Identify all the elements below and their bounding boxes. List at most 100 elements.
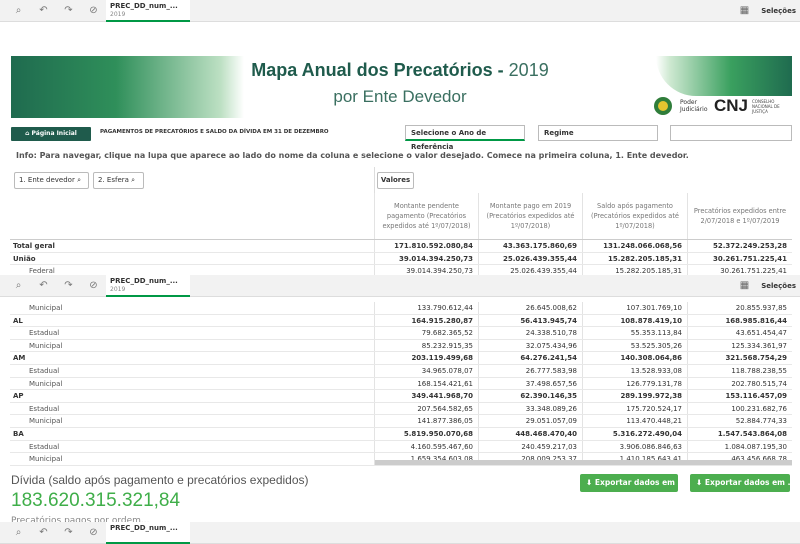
- table-row[interactable]: Estadual 79.682.365,52 24.338.510,78 55.353…: [10, 327, 792, 340]
- table-cell: 108.878.419,10: [582, 314, 687, 327]
- table-cell: 175.720.524,17: [582, 402, 687, 415]
- cnj-logo: CNJ: [714, 96, 749, 115]
- table-cell: 448.468.470,40: [478, 427, 582, 440]
- row-label: Municipal: [29, 379, 63, 388]
- step-forward-icon[interactable]: ↷: [56, 5, 81, 16]
- valores-button[interactable]: Valores: [377, 172, 414, 189]
- table-cell: 37.498.657,56: [478, 377, 582, 390]
- table-cell: 33.348.089,26: [478, 402, 582, 415]
- table-cell: 26.777.583,98: [478, 364, 582, 377]
- sheet-tab[interactable]: PREC_DD_num_... 2019: [106, 0, 190, 22]
- table-cell: 107.301.769,10: [582, 302, 687, 314]
- table-cell: 131.248.066.068,56: [582, 240, 687, 252]
- table-row[interactable]: Estadual 4.160.595.467,60 240.459.217,03 3.…: [10, 440, 792, 454]
- home-button[interactable]: ⌂ Página Inicial: [11, 127, 91, 141]
- table-row[interactable]: Municipal 133.790.612,44 26.645.008,62 107.…: [10, 302, 792, 315]
- top-toolbar-repeat-2: ⌕ ↶ ↷ ⊘ PREC_DD_num_...: [0, 521, 800, 544]
- table-cell: 240.459.217,03: [478, 440, 582, 453]
- grid-icon[interactable]: ▦: [740, 5, 749, 16]
- export-xls-button[interactable]: ⬇ Exportar dados em .xls: [580, 474, 678, 492]
- table-row[interactable]: AM 203.119.499,68 64.276.241,54 140.308.064…: [10, 352, 792, 365]
- home-button-label: Página Inicial: [31, 130, 77, 137]
- page-title-main: Mapa Anual dos Precatórios -: [251, 60, 504, 80]
- search-icon[interactable]: ⌕: [131, 176, 135, 184]
- table-cell: 56.413.945,74: [478, 314, 582, 327]
- clear-selections-icon[interactable]: ⊘: [81, 5, 106, 16]
- table-cell: 30.261.751.225,41: [687, 252, 792, 265]
- regime-filter-label: Regime: [544, 129, 574, 137]
- table-row[interactable]: AP 349.441.968,70 62.390.146,35 289.199.972…: [10, 390, 792, 403]
- table-row[interactable]: AL 164.915.280,87 56.413.945,74 108.878.419…: [10, 314, 792, 328]
- step-back-icon[interactable]: ↶: [31, 5, 56, 16]
- header-pendente[interactable]: Montante pendente pagamento (Precatórios…: [374, 193, 478, 239]
- table-row[interactable]: Estadual 34.965.078,07 26.777.583,98 13.528…: [10, 364, 792, 378]
- extra-filter[interactable]: [670, 125, 792, 141]
- table-cell: 4.160.595.467,60: [374, 440, 478, 453]
- smart-search-icon[interactable]: ⌕: [6, 5, 31, 16]
- table-cell: 133.790.612,44: [374, 302, 478, 314]
- row-label: Estadual: [29, 329, 60, 338]
- table-cell: 43.363.175.860,69: [478, 240, 582, 252]
- selections-area[interactable]: ▦ Seleções: [740, 5, 800, 16]
- table-row[interactable]: Municipal 168.154.421,61 37.498.657,56 126.…: [10, 377, 792, 391]
- table-row[interactable]: União 39.014.394.250,73 25.026.439.355,44 1…: [10, 252, 792, 266]
- year-filter[interactable]: Selecione o Ano de Referência: [405, 125, 525, 151]
- page-title-year: 2019: [508, 60, 549, 80]
- row-label: BA: [13, 429, 24, 438]
- search-icon[interactable]: ⌕: [77, 176, 81, 184]
- regime-filter[interactable]: Regime: [538, 125, 658, 141]
- table-cell: 164.915.280,87: [374, 314, 478, 327]
- header-pago[interactable]: Montante pago em 2019 (Precatórios exped…: [478, 193, 582, 239]
- smart-search-icon[interactable]: ⌕: [6, 280, 31, 291]
- clear-selections-icon[interactable]: ⊘: [81, 280, 106, 291]
- row-label: União: [13, 254, 36, 263]
- horizontal-scrollbar[interactable]: [375, 460, 792, 465]
- row-label: Total geral: [13, 242, 55, 250]
- table-row[interactable]: Estadual 207.564.582,65 33.348.089,26 175.7…: [10, 402, 792, 416]
- table-cell: 100.231.682,76: [687, 402, 792, 415]
- row-label: Municipal: [29, 304, 63, 312]
- pj-label: Poder Judiciário: [680, 99, 708, 113]
- table-bottom: Municipal 133.790.612,44 26.645.008,62 107.…: [10, 302, 792, 466]
- table-cell: 52.884.774,33: [687, 415, 792, 427]
- header-expedidos[interactable]: Precatórios expedidos entre 2/07/2018 e …: [687, 193, 792, 239]
- selections-label: Seleções: [761, 281, 796, 290]
- year-filter-label: Selecione o Ano de Referência: [411, 129, 487, 151]
- table-cell: 85.232.915,35: [374, 339, 478, 352]
- table-cell: 32.075.434,96: [478, 339, 582, 352]
- header-saldo[interactable]: Saldo após pagamento (Precatórios expedi…: [582, 193, 687, 239]
- sheet-tab-title: PREC_DD_num_...: [110, 523, 178, 532]
- row-label: AM: [13, 354, 26, 363]
- grid-icon[interactable]: ▦: [740, 280, 749, 291]
- sheet-tab-subtitle: 2019: [110, 285, 126, 293]
- table-cell: 289.199.972,38: [582, 390, 687, 402]
- table-cell: 3.906.086.846,63: [582, 440, 687, 453]
- ente-devedor-column-search[interactable]: 1. Ente devedor ⌕: [14, 172, 89, 189]
- table-row[interactable]: Total geral 171.810.592.080,84 43.363.175.…: [10, 240, 792, 253]
- table-cell: 62.390.146,35: [478, 390, 582, 402]
- step-forward-icon[interactable]: ↷: [56, 280, 81, 291]
- sheet-tab-subtitle: 2019: [110, 10, 126, 18]
- sheet-tab[interactable]: PREC_DD_num_... 2019: [106, 274, 190, 297]
- table-cell: 126.779.131,78: [582, 377, 687, 390]
- selections-area[interactable]: ▦ Seleções: [740, 280, 800, 291]
- table-cell: 1.547.543.864,08: [687, 427, 792, 440]
- ente-devedor-label: 1. Ente devedor: [19, 176, 75, 184]
- kpi-label: Dívida (saldo após pagamento e precatóri…: [11, 473, 309, 487]
- table-cell: 140.308.064,86: [582, 352, 687, 364]
- table-cell: 53.525.305,26: [582, 339, 687, 352]
- table-cell: 349.441.968,70: [374, 390, 478, 402]
- table-row[interactable]: BA 5.819.950.070,68 448.468.470,40 5.316.27…: [10, 427, 792, 441]
- table-cell: 168.154.421,61: [374, 377, 478, 390]
- table-cell: 55.353.113,84: [582, 327, 687, 339]
- table-cell: 153.116.457,09: [687, 390, 792, 402]
- table-cell: 29.051.057,09: [478, 415, 582, 427]
- table-row[interactable]: Municipal 141.877.386,05 29.051.057,09 113.…: [10, 415, 792, 428]
- table-header: Montante pendente pagamento (Precatórios…: [374, 193, 792, 239]
- step-back-icon[interactable]: ↶: [31, 280, 56, 291]
- sheet-tab-title: PREC_DD_num_...: [110, 1, 178, 10]
- esfera-column-search[interactable]: 2. Esfera ⌕: [93, 172, 144, 189]
- top-toolbar: ⌕ ↶ ↷ ⊘ PREC_DD_num_... 2019 ▦ Seleções: [0, 0, 800, 22]
- table-row[interactable]: Municipal 85.232.915,35 32.075.434,96 53.52…: [10, 339, 792, 353]
- export-csv-button[interactable]: ⬇ Exportar dados em .csv: [690, 474, 790, 492]
